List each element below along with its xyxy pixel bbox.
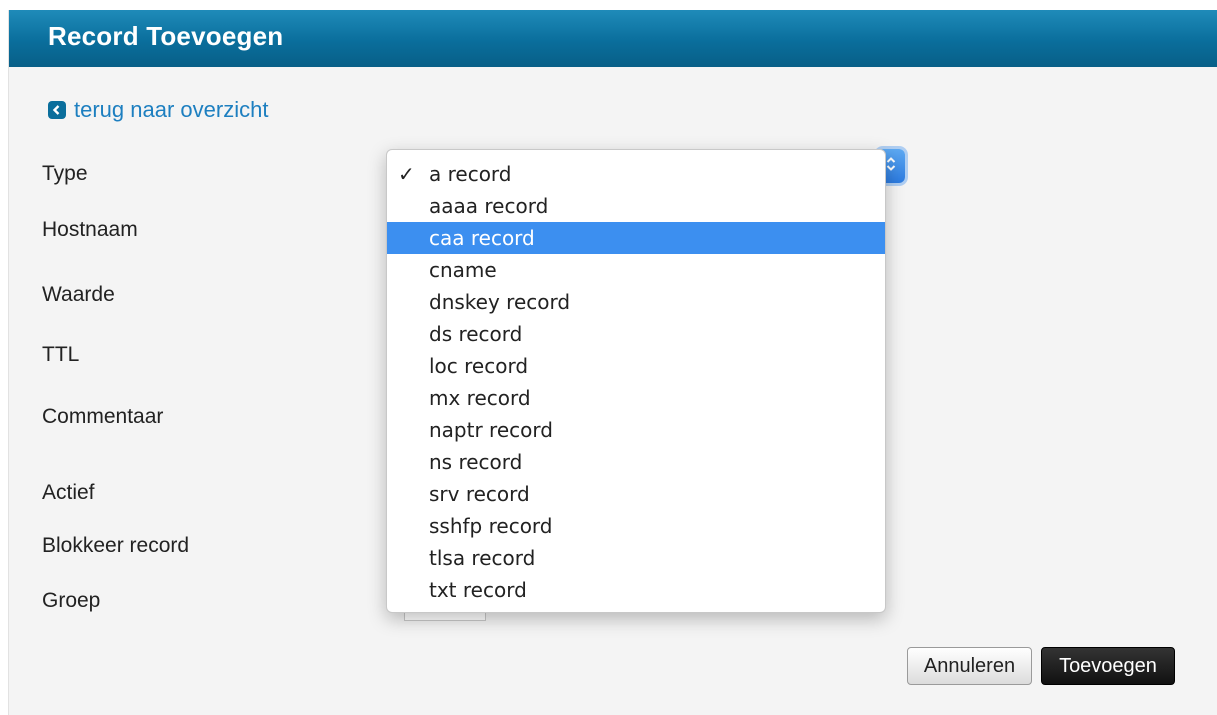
checkmark-icon: ✓ bbox=[398, 162, 415, 186]
ttl-label: TTL bbox=[42, 343, 80, 366]
type-option-label: sshfp record bbox=[429, 514, 553, 538]
type-option[interactable]: srv record bbox=[387, 478, 885, 510]
type-option-label: ds record bbox=[429, 322, 523, 346]
type-option[interactable]: sshfp record bbox=[387, 510, 885, 542]
type-option-label: cname bbox=[429, 258, 497, 282]
type-option[interactable]: cname bbox=[387, 254, 885, 286]
type-option[interactable]: loc record bbox=[387, 350, 885, 382]
type-option[interactable]: aaaa record bbox=[387, 190, 885, 222]
type-option-label: loc record bbox=[429, 354, 529, 378]
type-label: Type bbox=[42, 162, 88, 185]
arrow-left-icon bbox=[48, 101, 66, 119]
block-record-label: Blokkeer record bbox=[42, 534, 190, 557]
type-option[interactable]: dnskey record bbox=[387, 286, 885, 318]
type-option[interactable]: ✓ a record bbox=[387, 158, 885, 190]
type-option-label: aaaa record bbox=[429, 194, 549, 218]
dialog-title: Record Toevoegen bbox=[48, 21, 284, 51]
type-option[interactable]: txt record bbox=[387, 574, 885, 606]
back-to-overview-link[interactable]: terug naar overzicht bbox=[48, 97, 268, 123]
type-option-label: mx record bbox=[429, 386, 531, 410]
active-label: Actief bbox=[42, 481, 95, 504]
type-option-label: srv record bbox=[429, 482, 530, 506]
type-option-label: tlsa record bbox=[429, 546, 536, 570]
type-option[interactable]: naptr record bbox=[387, 414, 885, 446]
type-dropdown-list: ✓ a record aaaa record caa record cname dnske… bbox=[386, 149, 886, 613]
chevron-up-down-icon bbox=[885, 155, 897, 178]
type-option-label: naptr record bbox=[429, 418, 553, 442]
hostname-label: Hostnaam bbox=[42, 218, 138, 241]
add-button[interactable]: Toevoegen bbox=[1041, 647, 1175, 685]
type-option[interactable]: ds record bbox=[387, 318, 885, 350]
type-option-label: a record bbox=[429, 162, 512, 186]
type-option-label: dnskey record bbox=[429, 290, 571, 314]
comment-label: Commentaar bbox=[42, 405, 164, 428]
dialog-header: Record Toevoegen bbox=[9, 10, 1217, 67]
type-option[interactable]: ns record bbox=[387, 446, 885, 478]
value-label: Waarde bbox=[42, 283, 115, 306]
type-option[interactable]: caa record bbox=[387, 222, 885, 254]
group-label: Groep bbox=[42, 589, 101, 612]
type-option[interactable]: tlsa record bbox=[387, 542, 885, 574]
back-link-label: terug naar overzicht bbox=[74, 97, 269, 122]
cancel-button[interactable]: Annuleren bbox=[907, 647, 1032, 685]
type-option[interactable]: mx record bbox=[387, 382, 885, 414]
type-option-label: caa record bbox=[429, 226, 535, 250]
type-option-label: ns record bbox=[429, 450, 523, 474]
type-option-label: txt record bbox=[429, 578, 527, 602]
